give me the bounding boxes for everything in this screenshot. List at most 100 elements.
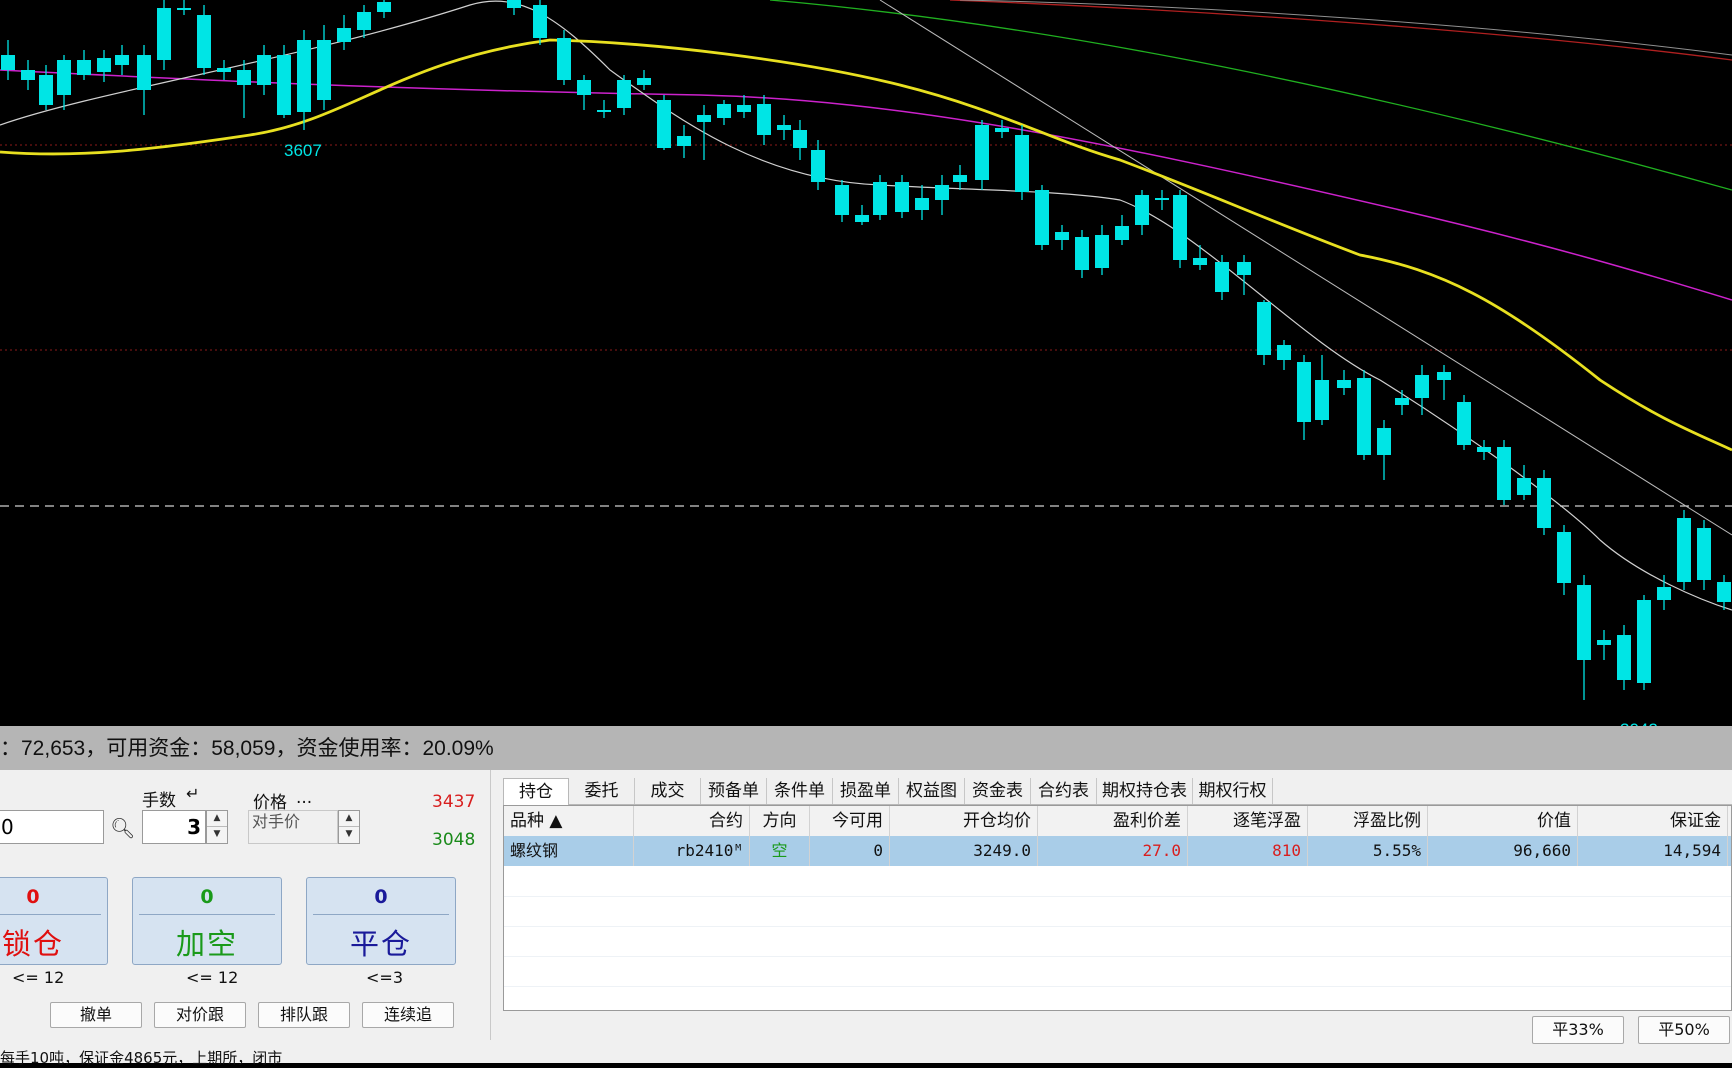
candle — [737, 105, 751, 112]
candle — [975, 125, 989, 180]
tab-positions[interactable]: 持仓 — [503, 778, 569, 805]
candle — [357, 12, 371, 30]
header-value[interactable]: 价值 — [1428, 806, 1578, 836]
tab-option-positions[interactable]: 期权持仓表 — [1097, 778, 1193, 804]
candle — [1297, 362, 1311, 422]
header-direction[interactable]: 方向 — [750, 806, 810, 836]
close-limit: <=3 — [366, 968, 403, 987]
lots-input[interactable]: 3 — [142, 810, 206, 844]
tab-prepared-orders[interactable]: 预备单 — [701, 778, 767, 804]
lots-input-value: 3 — [187, 815, 201, 839]
positions-table[interactable]: 品种 ▲ 合约 方向 今可用 开仓均价 盈利价差 逐笔浮盈 浮盈比例 价值 保证… — [503, 805, 1732, 1011]
table-row[interactable]: 螺纹钢 rb2410ᴹ 空 0 3249.0 27.0 810 5.55% 96… — [504, 836, 1731, 866]
add-short-limit: <= 12 — [186, 968, 239, 987]
header-margin[interactable]: 保证金 — [1578, 806, 1728, 836]
continuous-chase-button[interactable]: 连续追 — [362, 1002, 454, 1028]
empty-row — [504, 956, 1731, 987]
candle — [1315, 380, 1329, 420]
candle — [21, 70, 35, 80]
tab-contracts[interactable]: 合约表 — [1031, 778, 1097, 804]
close-label: 平仓 — [349, 927, 412, 961]
contract-info-footer: 每手10吨，保证金4865元，上期所，闭市 — [0, 1049, 283, 1067]
price-input[interactable]: 0 — [0, 810, 104, 844]
close-50-percent-button[interactable]: 平50% — [1638, 1016, 1730, 1044]
candlestick-chart[interactable]: 3607 3042 — [0, 0, 1732, 726]
tab-equity-chart[interactable]: 权益图 — [899, 778, 965, 804]
close-count: 0 — [374, 886, 388, 908]
candle — [157, 8, 171, 60]
lock-label: 锁仓 — [1, 927, 64, 961]
candle — [855, 215, 869, 222]
candle — [1035, 190, 1049, 245]
candle — [257, 55, 271, 85]
candle — [1377, 428, 1391, 455]
candle — [1, 55, 15, 70]
ma-white-line — [0, 0, 1732, 611]
tab-bar: 持仓 委托 成交 预备单 条件单 损盈单 权益图 资金表 合约表 期权持仓表 期… — [503, 778, 1732, 805]
candle — [1437, 372, 1451, 380]
chevron-up-icon[interactable]: ▲ — [339, 811, 359, 827]
header-today-available[interactable]: 今可用 — [810, 806, 890, 836]
candle — [507, 0, 521, 8]
close-position-button[interactable]: 0 平仓 — [306, 877, 456, 965]
candle — [597, 110, 611, 112]
cell-float-profit: 810 — [1188, 836, 1308, 866]
chevron-up-icon[interactable]: ▲ — [207, 811, 227, 827]
price-more-button[interactable]: ... — [296, 788, 312, 808]
candle — [1717, 582, 1731, 602]
tab-option-exercise[interactable]: 期权行权 — [1193, 778, 1273, 804]
chart-canvas[interactable]: 3607 3042 — [0, 0, 1732, 726]
tab-trades[interactable]: 成交 — [635, 778, 701, 804]
tab-conditional-orders[interactable]: 条件单 — [767, 778, 833, 804]
header-avg-open-price[interactable]: 开仓均价 — [890, 806, 1038, 836]
candle — [873, 182, 887, 215]
follow-queue-button[interactable]: 排队跟 — [258, 1002, 350, 1028]
candle — [1457, 402, 1471, 445]
candle — [835, 185, 849, 215]
candle — [1055, 232, 1069, 240]
header-float-profit[interactable]: 逐笔浮盈 — [1188, 806, 1308, 836]
trading-panel: 0 🔍︎ 手数 ↵ 3 ▲ ▼ 价格 ... 对手价 ▲ ▼ 3437 3048 0… — [0, 770, 1732, 1067]
add-short-button[interactable]: 0 加空 — [132, 877, 282, 965]
search-icon[interactable]: 🔍︎ — [110, 816, 135, 840]
candle — [197, 15, 211, 68]
tab-orders[interactable]: 委托 — [569, 778, 635, 804]
chevron-down-icon[interactable]: ▼ — [207, 827, 227, 843]
price-input-value: 0 — [1, 815, 14, 839]
follow-counter-price-button[interactable]: 对价跟 — [154, 1002, 246, 1028]
cell-direction: 空 — [750, 836, 810, 866]
header-contract[interactable]: 合约 — [634, 806, 750, 836]
candle — [637, 78, 651, 85]
cancel-order-button[interactable]: 撤单 — [50, 1002, 142, 1028]
tab-funds[interactable]: 资金表 — [965, 778, 1031, 804]
candle — [1637, 600, 1651, 683]
cell-avg-open-price: 3249.0 — [890, 836, 1038, 866]
candle — [277, 55, 291, 115]
candle — [1517, 478, 1531, 495]
lots-label: 手数 — [142, 791, 176, 811]
header-profit-spread[interactable]: 盈利价差 — [1038, 806, 1188, 836]
cell-margin: 14,594 — [1578, 836, 1728, 866]
candle — [1193, 258, 1207, 265]
tab-stop-orders[interactable]: 损盈单 — [833, 778, 899, 804]
candle — [377, 2, 391, 12]
cell-float-ratio: 5.55% — [1308, 836, 1428, 866]
chevron-down-icon[interactable]: ▼ — [339, 827, 359, 843]
lots-stepper[interactable]: ▲ ▼ — [206, 810, 228, 844]
candle — [97, 58, 111, 72]
price-mode-field[interactable]: 对手价 — [248, 810, 338, 844]
candle — [1537, 478, 1551, 528]
candle — [557, 38, 571, 80]
ma-red-line — [949, 0, 1732, 61]
table-header: 品种 ▲ 合约 方向 今可用 开仓均价 盈利价差 逐笔浮盈 浮盈比例 价值 保证… — [504, 806, 1731, 837]
close-33-percent-button[interactable]: 平33% — [1532, 1016, 1624, 1044]
lock-position-button[interactable]: 0 锁仓 — [0, 877, 108, 965]
header-product[interactable]: 品种 ▲ — [504, 806, 634, 836]
candle — [895, 182, 909, 212]
candle — [577, 80, 591, 95]
header-float-ratio[interactable]: 浮盈比例 — [1308, 806, 1428, 836]
price-stepper[interactable]: ▲ ▼ — [338, 810, 360, 844]
candle — [793, 130, 807, 148]
return-icon[interactable]: ↵ — [186, 784, 199, 803]
candle — [297, 40, 311, 112]
